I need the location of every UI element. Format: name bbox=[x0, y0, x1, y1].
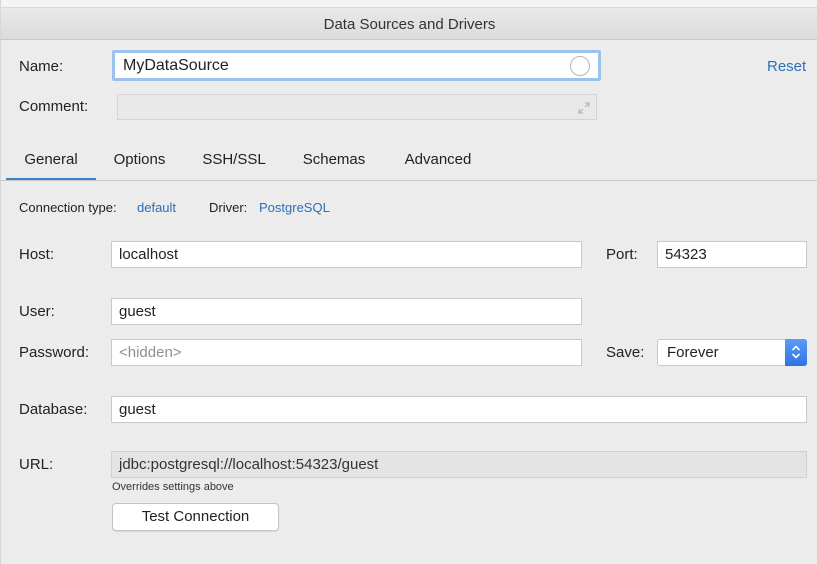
tab-general[interactable]: General bbox=[6, 140, 96, 181]
password-label: Password: bbox=[19, 344, 90, 361]
name-input[interactable]: MyDataSource bbox=[112, 50, 601, 81]
url-label: URL: bbox=[19, 456, 54, 473]
host-input[interactable]: localhost bbox=[111, 241, 582, 268]
user-label: User: bbox=[19, 303, 55, 320]
comment-field[interactable] bbox=[117, 94, 597, 120]
port-input[interactable]: 54323 bbox=[657, 241, 807, 268]
password-input[interactable]: <hidden> bbox=[111, 339, 582, 366]
user-input[interactable]: guest bbox=[111, 298, 582, 325]
data-sources-dialog: Data Sources and Drivers Name: MyDataSou… bbox=[0, 0, 817, 564]
expand-icon[interactable] bbox=[577, 101, 591, 115]
window-title: Data Sources and Drivers bbox=[1, 9, 817, 40]
database-input[interactable]: guest bbox=[111, 396, 807, 423]
database-label: Database: bbox=[19, 401, 88, 418]
driver-link[interactable]: PostgreSQL bbox=[259, 200, 330, 215]
tab-schemas[interactable]: Schemas bbox=[292, 140, 376, 181]
name-label: Name: bbox=[19, 58, 64, 75]
host-label: Host: bbox=[19, 246, 55, 263]
chevron-updown-icon[interactable] bbox=[785, 339, 807, 366]
reset-link[interactable]: Reset bbox=[767, 58, 806, 75]
tab-divider bbox=[1, 180, 817, 181]
url-field[interactable]: jdbc:postgresql://localhost:54323/guest bbox=[111, 451, 807, 478]
test-connection-button[interactable]: Test Connection bbox=[112, 503, 279, 531]
save-value: Forever bbox=[667, 344, 719, 361]
top-strip bbox=[1, 0, 817, 8]
connection-type-link[interactable]: default bbox=[137, 200, 176, 215]
comment-label: Comment: bbox=[19, 98, 89, 115]
url-note: Overrides settings above bbox=[112, 481, 234, 493]
tab-options[interactable]: Options bbox=[102, 140, 177, 181]
port-label: Port: bbox=[606, 246, 638, 263]
save-select[interactable]: Forever bbox=[657, 339, 807, 366]
save-label: Save: bbox=[606, 344, 645, 361]
connection-type-label: Connection type: bbox=[19, 200, 117, 215]
tab-advanced[interactable]: Advanced bbox=[393, 140, 483, 181]
tab-ssh-ssl[interactable]: SSH/SSL bbox=[191, 140, 277, 181]
driver-label: Driver: bbox=[209, 200, 248, 215]
name-value: MyDataSource bbox=[123, 57, 229, 74]
tab-bar: General Options SSH/SSL Schemas Advanced bbox=[1, 140, 817, 181]
circle-icon[interactable] bbox=[570, 56, 590, 76]
